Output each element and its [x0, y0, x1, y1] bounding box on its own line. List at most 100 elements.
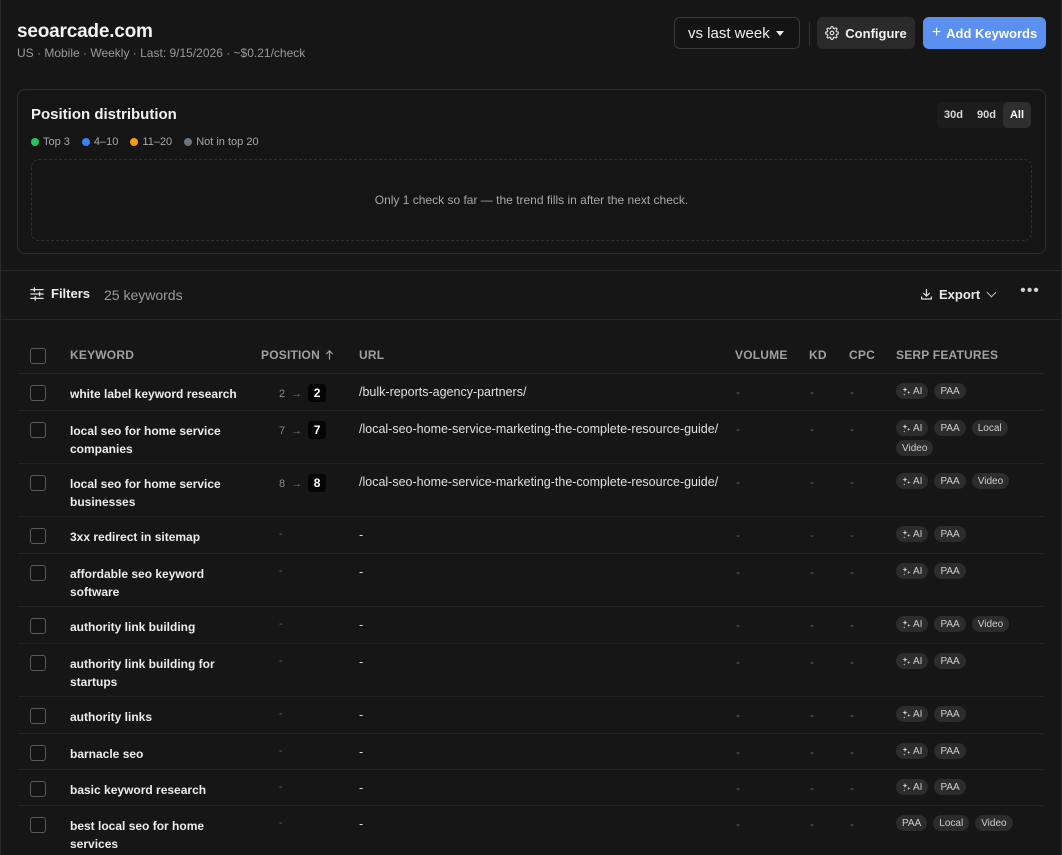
- range-option-90d[interactable]: 90d: [970, 102, 1003, 128]
- cpc-value: -: [850, 817, 854, 831]
- column-serp-features[interactable]: SERP Features: [896, 348, 998, 362]
- add-keywords-button[interactable]: + Add Keywords: [923, 17, 1046, 49]
- cpc-value: -: [850, 618, 854, 632]
- column-kd[interactable]: KD: [809, 348, 827, 362]
- configure-label: Configure: [845, 25, 907, 41]
- row-checkbox[interactable]: [30, 475, 46, 491]
- kd-value: -: [810, 385, 814, 399]
- row-checkbox[interactable]: [30, 781, 46, 797]
- range-option-all[interactable]: All: [1002, 102, 1031, 128]
- position-cell: -: [279, 618, 283, 630]
- serp-features-cell: AI PAA: [896, 383, 1036, 399]
- column-cpc[interactable]: CPC: [849, 348, 875, 362]
- serp-feature-label: Video: [902, 442, 928, 454]
- filters-label: Filters: [51, 286, 91, 301]
- table-row[interactable]: affordable seo keyword software - - - - - AI PA…: [18, 554, 1044, 607]
- serp-feature-tag: PAA: [934, 383, 966, 399]
- row-checkbox[interactable]: [30, 655, 46, 671]
- row-checkbox[interactable]: [30, 528, 46, 544]
- serp-feature-tag: AI: [896, 563, 929, 579]
- serp-feature-label: AI: [913, 385, 923, 397]
- serp-feature-label: Video: [981, 817, 1007, 829]
- serp-features-cell: AI PAA: [896, 706, 1036, 722]
- table-row[interactable]: authority link building for startups - - - -…: [18, 644, 1044, 697]
- configure-button[interactable]: Configure: [817, 17, 915, 49]
- ranking-url[interactable]: /bulk-reports-agency-partners/: [359, 385, 526, 399]
- row-checkbox[interactable]: [30, 385, 46, 401]
- row-checkbox[interactable]: [30, 618, 46, 634]
- serp-feature-label: PAA: [902, 817, 922, 829]
- select-all-checkbox[interactable]: [30, 348, 46, 364]
- row-checkbox[interactable]: [30, 565, 46, 581]
- cpc-value: -: [850, 565, 854, 579]
- legend-dot-icon: [130, 138, 139, 146]
- position-cell: 2 → 2: [279, 384, 327, 402]
- ranking-url: -: [359, 528, 364, 542]
- serp-feature-tag: AI: [896, 743, 929, 759]
- volume-value: -: [736, 528, 740, 542]
- table-row[interactable]: 3xx redirect in sitemap - - - - - AI PAA: [18, 517, 1044, 554]
- table-row[interactable]: barnacle seo - - - - - AI PAA: [18, 734, 1044, 770]
- range-option-30d[interactable]: 30d: [937, 102, 970, 128]
- serp-feature-tag: PAA: [934, 616, 966, 632]
- serp-feature-tag: Video: [975, 815, 1013, 831]
- filters-button[interactable]: Filters: [30, 286, 90, 301]
- empty-state-message: Only 1 check so far — the trend fills in…: [374, 193, 689, 207]
- column-volume[interactable]: Volume: [735, 348, 788, 362]
- compare-period-select[interactable]: vs last week: [674, 17, 800, 49]
- distribution-title: Position distribution: [31, 106, 177, 123]
- row-checkbox[interactable]: [30, 422, 46, 438]
- table-row[interactable]: authority link building - - - - - AI PAA Video: [18, 607, 1044, 644]
- ranking-url[interactable]: /local-seo-home-service-marketing-the-co…: [359, 422, 718, 436]
- volume-value: -: [736, 565, 740, 579]
- serp-feature-tag: PAA: [934, 420, 966, 436]
- serp-feature-label: PAA: [940, 708, 960, 720]
- ranking-url[interactable]: /local-seo-home-service-marketing-the-co…: [359, 475, 718, 489]
- column-keyword[interactable]: Keyword: [70, 348, 134, 362]
- ranking-url: -: [359, 565, 364, 579]
- serp-features-cell: AI PAA Video: [896, 473, 1036, 489]
- toolbar-divider: [1, 319, 1061, 320]
- kd-value: -: [810, 781, 814, 795]
- table-row[interactable]: authority links - - - - - AI PAA: [18, 697, 1044, 734]
- serp-feature-label: PAA: [940, 565, 960, 577]
- current-position: -: [279, 565, 283, 577]
- table-row[interactable]: white label keyword research 2 → 2/bulk-rep…: [18, 374, 1044, 411]
- row-checkbox[interactable]: [30, 708, 46, 724]
- position-cell: 7 → 7: [279, 421, 327, 439]
- cpc-value: -: [850, 708, 854, 722]
- table-row[interactable]: local seo for home service businesses 8 → 8…: [18, 464, 1044, 517]
- more-options-icon[interactable]: •••: [1020, 283, 1040, 304]
- column-position[interactable]: Position: [261, 348, 334, 362]
- serp-feature-label: PAA: [940, 422, 960, 434]
- add-keywords-label: Add Keywords: [946, 25, 1038, 41]
- previous-position: 8: [279, 477, 286, 490]
- current-position: -: [279, 781, 283, 793]
- sparkle-icon: [902, 782, 911, 791]
- column-position-label: Position: [261, 348, 320, 362]
- table-row[interactable]: basic keyword research - - - - - AI PAA: [18, 770, 1044, 806]
- keyword-text: authority links: [70, 710, 153, 724]
- ranking-url: -: [359, 708, 364, 722]
- legend-dot-icon: [81, 138, 90, 146]
- row-checkbox[interactable]: [30, 817, 46, 833]
- row-checkbox[interactable]: [30, 745, 46, 761]
- current-position-badge: 2: [308, 384, 327, 402]
- sparkle-icon: [902, 619, 911, 628]
- export-button[interactable]: Export: [920, 287, 997, 302]
- serp-feature-label: AI: [913, 475, 923, 487]
- serp-feature-tag: AI: [896, 383, 929, 399]
- serp-feature-label: AI: [913, 422, 923, 434]
- column-url[interactable]: URL: [359, 348, 384, 362]
- table-row[interactable]: local seo for home service companies 7 → 7 /…: [18, 411, 1044, 464]
- serp-feature-tag: PAA: [934, 473, 966, 489]
- volume-value: -: [736, 385, 740, 399]
- volume-value: -: [736, 475, 740, 489]
- legend-item: Top 3: [31, 136, 70, 148]
- sparkle-icon: [902, 386, 911, 395]
- cpc-value: -: [850, 475, 854, 489]
- serp-feature-tag: AI: [896, 779, 929, 795]
- table-row[interactable]: best local seo for home services - - - - - PAA…: [18, 806, 1044, 855]
- volume-value: -: [736, 781, 740, 795]
- header-divider: [809, 22, 810, 46]
